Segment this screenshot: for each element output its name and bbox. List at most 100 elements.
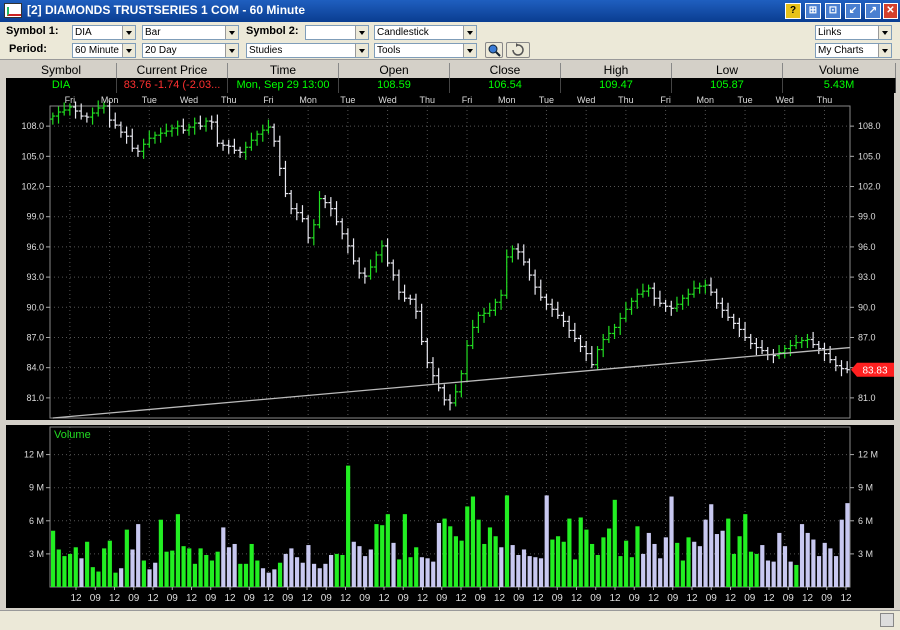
volume-bar xyxy=(102,548,107,587)
x-tick-label: 12 xyxy=(686,593,698,604)
day-label: Mon xyxy=(498,95,516,105)
symbol2-style-select[interactable]: Candlestick xyxy=(374,25,477,40)
day-label: Tue xyxy=(142,95,157,105)
volume-bar xyxy=(85,541,90,587)
help-icon[interactable]: ? xyxy=(785,3,801,19)
symbol1-input[interactable]: DIA xyxy=(72,25,136,40)
chart-style-select[interactable]: Bar xyxy=(142,25,239,40)
volume-bar xyxy=(238,563,243,587)
x-tick-label: 12 xyxy=(840,593,852,604)
save-icon[interactable]: ⊡ xyxy=(825,3,841,19)
volume-bar xyxy=(368,549,373,587)
refresh-icon[interactable] xyxy=(506,42,530,58)
window-titlebar: [2] DIAMONDS TRUSTSERIES 1 COM - 60 Minu… xyxy=(0,0,900,22)
quote-header-high: High xyxy=(561,63,672,78)
resize-grip-icon[interactable] xyxy=(880,613,894,627)
quote-value-high: 109.47 xyxy=(561,78,672,93)
volume-bar xyxy=(607,528,612,587)
volume-bar xyxy=(782,546,788,587)
chevron-down-icon[interactable] xyxy=(122,26,135,39)
chevron-down-icon[interactable] xyxy=(463,44,476,57)
chevron-down-icon[interactable] xyxy=(463,26,476,39)
volume-bar xyxy=(175,514,180,587)
chevron-down-icon[interactable] xyxy=(225,26,238,39)
x-tick-label: 09 xyxy=(244,593,256,604)
y-tick-label-left: 99.0 xyxy=(26,212,44,222)
volume-bar xyxy=(164,551,169,587)
volume-bar xyxy=(357,546,362,587)
volume-bar xyxy=(62,556,67,587)
volume-bar xyxy=(646,532,651,587)
volume-bar xyxy=(158,519,163,587)
chevron-down-icon[interactable] xyxy=(355,26,368,39)
symbol2-input[interactable] xyxy=(305,25,369,40)
my-charts-select[interactable]: My Charts xyxy=(815,43,892,58)
quote-value-symbol: DIA xyxy=(6,78,117,93)
volume-bar xyxy=(448,526,453,587)
y-tick-label-left: 96.0 xyxy=(26,242,44,252)
studies-select[interactable]: Studies xyxy=(246,43,369,58)
x-tick-label: 09 xyxy=(321,593,333,604)
studies-value: Studies xyxy=(249,45,283,56)
range-select[interactable]: 20 Day xyxy=(142,43,239,58)
close-icon[interactable]: ✕ xyxy=(883,3,898,19)
volume-bar xyxy=(743,514,748,587)
chevron-down-icon[interactable] xyxy=(122,44,135,57)
volume-bar xyxy=(544,495,549,587)
chevron-down-icon[interactable] xyxy=(225,44,238,57)
chevron-down-icon[interactable] xyxy=(878,44,891,57)
volume-bar xyxy=(431,561,436,587)
volume-bar xyxy=(442,518,447,587)
symbol1-label: Symbol 1: xyxy=(6,25,59,37)
x-tick-label: 12 xyxy=(263,593,275,604)
y-tick-label-left: 81.0 xyxy=(26,393,44,403)
x-tick-label: 09 xyxy=(128,593,140,604)
volume-bar xyxy=(799,524,805,587)
volume-bar xyxy=(436,523,441,587)
current-price-tag: 83.83 xyxy=(851,362,894,377)
volume-bar xyxy=(748,551,754,587)
volume-bar xyxy=(777,532,782,587)
x-tick-label: 09 xyxy=(90,593,102,604)
volume-bar xyxy=(311,563,317,587)
y-tick-label-left: 93.0 xyxy=(26,272,44,282)
volume-bar xyxy=(578,517,583,587)
zoom-icon[interactable] xyxy=(485,42,503,58)
x-tick-label: 12 xyxy=(648,593,660,604)
volume-bar xyxy=(465,506,470,587)
chevron-down-icon[interactable] xyxy=(355,44,368,57)
minimize-icon[interactable]: ↙ xyxy=(845,3,861,19)
tools-select[interactable]: Tools xyxy=(374,43,477,58)
y-tick-label-left: 102.0 xyxy=(21,182,44,192)
x-tick-label: 12 xyxy=(186,593,198,604)
volume-bar xyxy=(663,537,668,587)
links-select[interactable]: Links xyxy=(815,25,892,40)
volume-bar xyxy=(584,529,589,587)
volume-bar xyxy=(170,550,175,587)
volume-bar xyxy=(391,542,396,587)
interval-select[interactable]: 60 Minute xyxy=(72,43,136,58)
volume-bar xyxy=(192,563,198,587)
x-tick-label: 12 xyxy=(763,593,775,604)
volume-bar xyxy=(629,557,634,587)
x-tick-label: 12 xyxy=(455,593,467,604)
symbol1-value: DIA xyxy=(75,27,92,38)
volume-bar xyxy=(709,504,714,587)
volume-bar xyxy=(414,547,419,587)
x-tick-label: 09 xyxy=(744,593,756,604)
chevron-down-icon[interactable] xyxy=(878,26,891,39)
chart-area[interactable]: Fri Mon Tue Wed Thu Fri Mon Tue Wed Thu Fri Mon Tue W… xyxy=(6,93,894,608)
day-label: Fri xyxy=(660,95,671,105)
day-label: Tue xyxy=(539,95,554,105)
y-tick-label-left: 90.0 xyxy=(26,302,44,312)
x-tick-label: 09 xyxy=(667,593,679,604)
volume-bar xyxy=(697,546,702,587)
volume-bar xyxy=(232,543,237,587)
volume-bar xyxy=(527,556,532,587)
print-icon[interactable]: ⊞ xyxy=(805,3,821,19)
volume-bar xyxy=(811,539,816,587)
maximize-icon[interactable]: ↗ xyxy=(865,3,881,19)
x-tick-label: 09 xyxy=(590,593,602,604)
volume-bar xyxy=(567,518,572,587)
volume-tick-label-right: 12 M xyxy=(858,450,878,460)
